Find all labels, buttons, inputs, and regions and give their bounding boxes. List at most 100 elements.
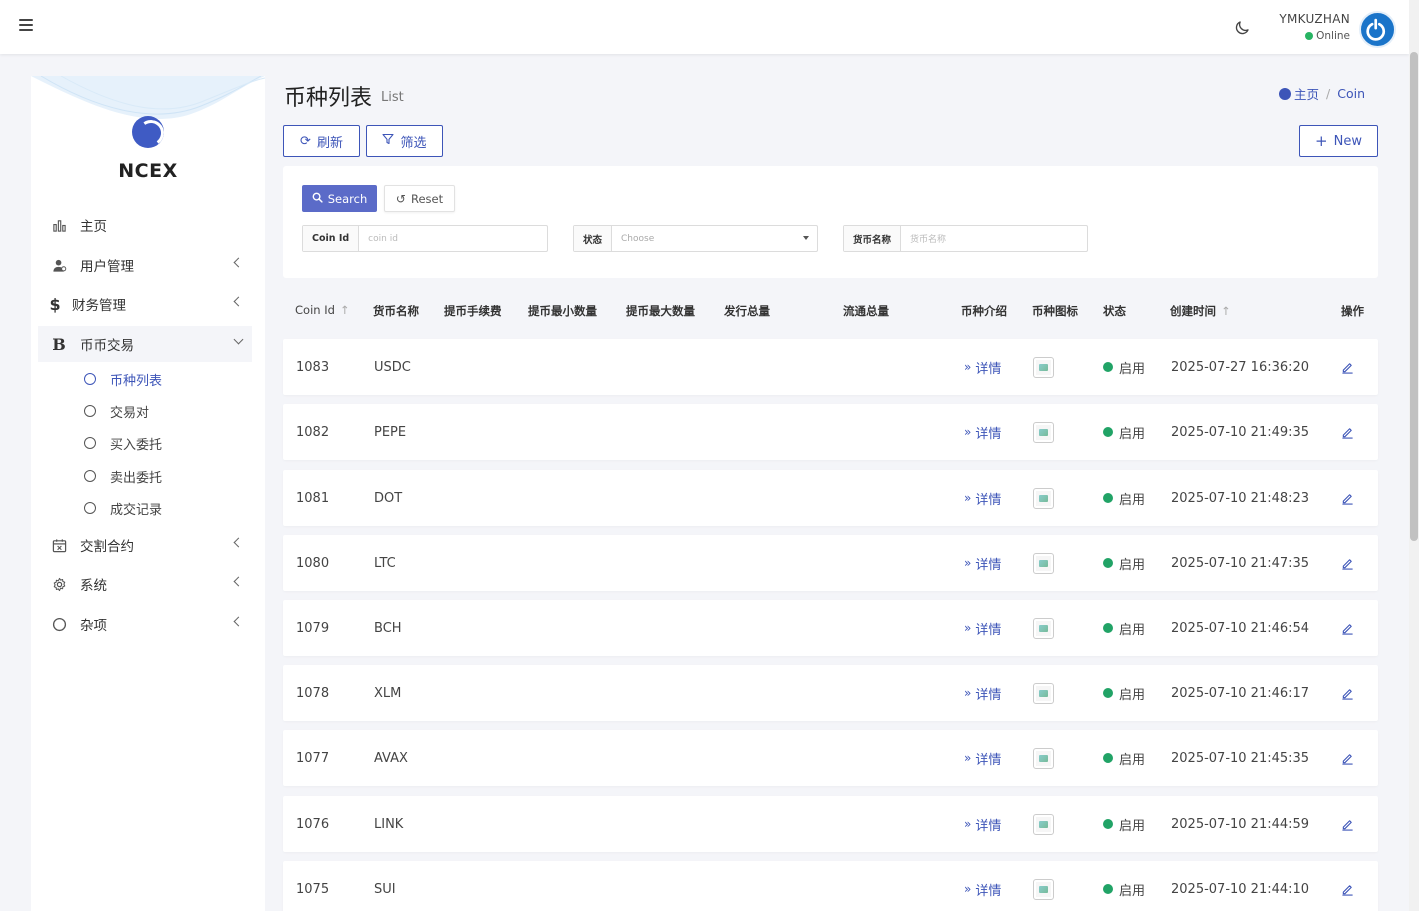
cell-created-at: 2025-07-10 21:46:54 (1171, 620, 1310, 636)
sidebar-item-misc[interactable]: 杂项 (38, 606, 252, 642)
cell-coin-name: PEPE (374, 424, 407, 440)
edit-button[interactable] (1341, 470, 1354, 526)
detail-label: 详情 (975, 361, 1002, 377)
reset-button[interactable]: ↺ Reset (384, 185, 455, 212)
sidebar-item-home[interactable]: 主页 (38, 207, 252, 243)
edit-button[interactable] (1341, 535, 1354, 591)
edit-icon (1342, 558, 1353, 570)
circle-icon (84, 405, 96, 417)
cell-created-at: 2025-07-10 21:44:59 (1171, 816, 1310, 832)
column-header-actions: 操作 (1341, 304, 1364, 318)
status-select[interactable]: 状态 Choose (573, 225, 818, 252)
sidebar-subitem-label: 币种列表 (110, 373, 163, 389)
double-chevron-right-icon: » (964, 882, 972, 896)
status-dot-icon (1103, 688, 1113, 698)
refresh-button[interactable]: ⟳ 刷新 (283, 125, 360, 157)
coin-id-input[interactable]: coin id (359, 226, 547, 251)
sidebar-subitem-buy-orders[interactable]: 买入委托 (84, 431, 162, 455)
status-badge: 启用 (1119, 557, 1146, 573)
sidebar-item-label: 杂项 (80, 618, 107, 634)
sidebar-item-system[interactable]: 系统 (38, 566, 252, 602)
table-row: 1080 LTC » 详情 启用 2025-07-10 21:47:35 (283, 535, 1378, 591)
double-chevron-right-icon: » (964, 621, 972, 635)
detail-link[interactable]: » 详情 (964, 730, 1001, 786)
circle-icon (84, 437, 96, 449)
column-header-coin-id[interactable]: Coin Id ↑ (295, 303, 350, 317)
edit-button[interactable] (1341, 796, 1354, 852)
cell-coin-id: 1075 (296, 881, 330, 897)
coin-name-input[interactable]: 货币名称 (901, 226, 1087, 251)
status-dot-icon (1103, 558, 1113, 568)
breadcrumb-home[interactable]: 主页 (1294, 84, 1319, 103)
status-badge: 启用 (1119, 426, 1146, 442)
table-row: 1081 DOT » 详情 启用 2025-07-10 21:48:23 (283, 470, 1378, 526)
edit-icon (1342, 884, 1353, 896)
menu-toggle-icon[interactable] (19, 19, 33, 31)
cell-coin-name: XLM (374, 685, 402, 701)
detail-link[interactable]: » 详情 (964, 470, 1001, 526)
sidebar-item-finance[interactable]: $ 财务管理 (38, 286, 252, 322)
avatar[interactable] (1359, 11, 1396, 48)
reset-label: Reset (410, 191, 444, 206)
sidebar-subitem-coin-list[interactable]: 币种列表 (84, 367, 162, 391)
cell-created-at: 2025-07-10 21:44:10 (1171, 881, 1310, 897)
detail-label: 详情 (975, 883, 1002, 899)
sidebar-subitem-sell-orders[interactable]: 卖出委托 (84, 464, 162, 488)
caret-down-icon (803, 236, 809, 240)
edit-button[interactable] (1341, 665, 1354, 721)
calendar-icon (51, 537, 67, 553)
column-header-created-at[interactable]: 创建时间 ↑ (1170, 303, 1231, 319)
sidebar-item-delivery-contract[interactable]: 交割合约 (38, 527, 252, 563)
column-header-coin-name: 货币名称 (373, 304, 419, 318)
detail-link[interactable]: » 详情 (964, 796, 1001, 852)
scrollbar-thumb[interactable] (1410, 52, 1418, 541)
sidebar-subitem-trading-pairs[interactable]: 交易对 (84, 399, 149, 423)
chevron-left-icon (233, 616, 244, 627)
detail-link[interactable]: » 详情 (964, 665, 1001, 721)
chevron-left-icon (233, 576, 244, 587)
users-icon (51, 257, 67, 273)
edit-button[interactable] (1341, 600, 1354, 656)
cell-coin-name: USDC (374, 359, 411, 375)
status-dot-icon (1103, 623, 1113, 633)
detail-link[interactable]: » 详情 (964, 535, 1001, 591)
detail-link[interactable]: » 详情 (964, 861, 1001, 911)
status-dropdown[interactable]: Choose (612, 226, 817, 251)
circle-icon (84, 502, 96, 514)
cell-coin-name: LTC (374, 555, 396, 571)
new-button[interactable]: + New (1299, 125, 1378, 157)
filter-button[interactable]: 筛选 (366, 125, 443, 157)
coin-name-field[interactable]: 货币名称 货币名称 (843, 225, 1088, 252)
cell-status: 启用 (1103, 470, 1145, 526)
cell-status: 启用 (1103, 730, 1145, 786)
dark-mode-icon[interactable] (1233, 19, 1251, 37)
detail-label: 详情 (975, 818, 1002, 834)
search-button[interactable]: Search (302, 185, 377, 212)
edit-button[interactable] (1341, 730, 1354, 786)
sidebar-subitem-label: 卖出委托 (110, 470, 163, 486)
edit-button[interactable] (1341, 861, 1354, 911)
edit-button[interactable] (1341, 339, 1354, 395)
chevron-left-icon (233, 537, 244, 548)
cell-coin-id: 1081 (296, 490, 330, 506)
sidebar-item-label: 系统 (80, 578, 107, 594)
sidebar-item-spot-trading[interactable]: B 币币交易 (38, 326, 252, 362)
status-dot-icon (1103, 753, 1113, 763)
sidebar-item-users[interactable]: 用户管理 (38, 247, 252, 283)
detail-link[interactable]: » 详情 (964, 339, 1001, 395)
status-label: 状态 (574, 226, 613, 251)
status-badge: 启用 (1119, 818, 1146, 834)
detail-link[interactable]: » 详情 (964, 404, 1001, 460)
coin-id-field[interactable]: Coin Id coin id (302, 225, 548, 252)
broken-image-icon (1033, 878, 1054, 900)
detail-label: 详情 (975, 622, 1002, 638)
broken-image-icon (1033, 356, 1054, 378)
double-chevron-right-icon: » (964, 360, 972, 374)
edit-button[interactable] (1341, 404, 1354, 460)
status-dot-icon (1103, 362, 1113, 372)
cell-coin-name: LINK (374, 816, 404, 832)
sidebar-subitem-trade-history[interactable]: 成交记录 (84, 496, 162, 520)
detail-link[interactable]: » 详情 (964, 600, 1001, 656)
username: YMKUZHAN (1279, 12, 1350, 26)
online-dot-icon (1305, 31, 1314, 40)
